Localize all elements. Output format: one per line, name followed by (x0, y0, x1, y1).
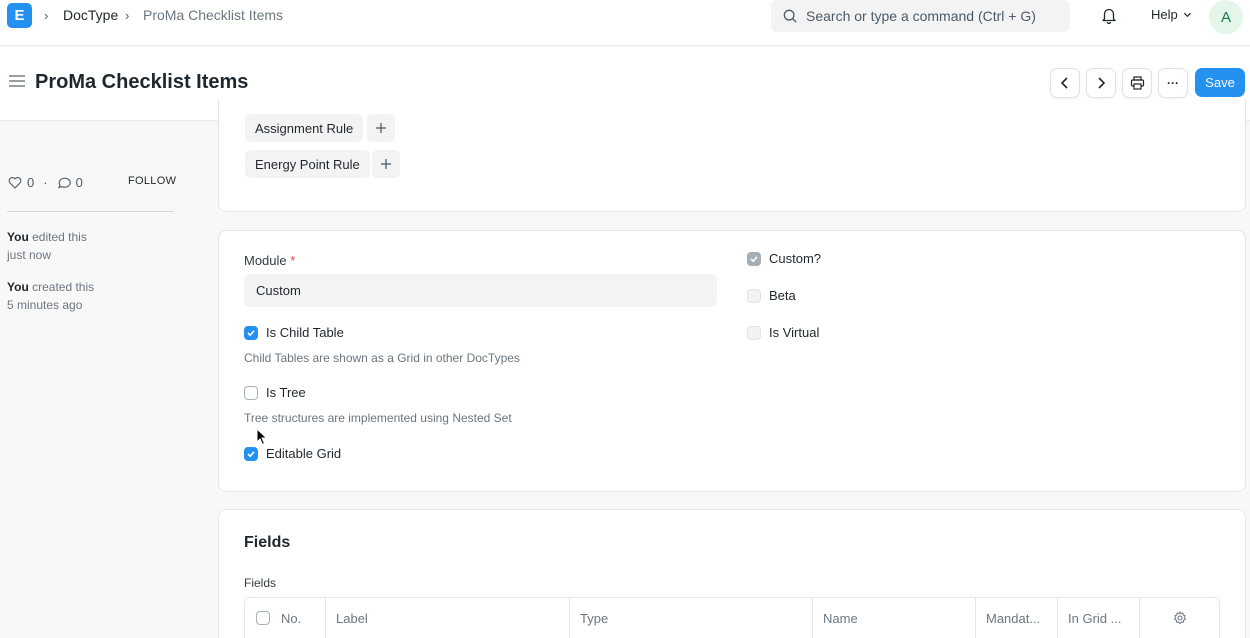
grid-col-label[interactable]: Label (326, 598, 570, 638)
custom-label: Custom? (769, 251, 822, 266)
checkbox-disabled-icon (747, 288, 761, 303)
activity-time: 5 minutes ago (7, 298, 83, 312)
checkbox-unchecked-icon[interactable] (244, 385, 258, 400)
chevron-left-icon (1060, 77, 1068, 89)
chevron-right-icon (1098, 77, 1106, 89)
connection-energy-point-rule[interactable]: Energy Point Rule (245, 150, 370, 178)
beta-label: Beta (769, 288, 796, 303)
save-button[interactable]: Save (1195, 68, 1245, 97)
grid-col-in-grid[interactable]: In Grid ... (1058, 598, 1140, 638)
plus-icon (381, 159, 391, 169)
grid-col-mandatory[interactable]: Mandat... (976, 598, 1058, 638)
help-dropdown[interactable]: Help (1151, 7, 1192, 22)
module-input[interactable]: Custom (244, 274, 717, 307)
module-label: Module * (244, 253, 295, 268)
printer-icon (1130, 76, 1144, 90)
likes-comments: 0 · 0 (8, 175, 83, 190)
activity-time: just now (7, 248, 52, 262)
fields-section-title: Fields (244, 534, 291, 551)
beta-checkbox: Beta (747, 288, 796, 303)
connection-assignment-rule[interactable]: Assignment Rule (245, 114, 364, 142)
help-label: Help (1151, 7, 1178, 22)
fields-card: Fields Fields No. Label Type Name Mandat… (218, 509, 1246, 638)
custom-checkbox: Custom? (747, 251, 821, 266)
activity-item: You created this 5 minutes ago (7, 278, 117, 314)
grid-col-no: No. (245, 598, 326, 638)
is-virtual-label: Is Virtual (769, 325, 820, 340)
search-placeholder: Search or type a command (Ctrl + G) (806, 8, 1036, 24)
next-button[interactable] (1086, 68, 1116, 98)
chevron-down-icon (1183, 12, 1191, 18)
hamburger-icon[interactable] (9, 75, 25, 90)
heart-icon[interactable] (8, 176, 22, 189)
page-title: ProMa Checklist Items (35, 71, 249, 93)
activity-item: You edited this just now (7, 228, 117, 264)
more-actions-button[interactable]: ··· (1158, 68, 1188, 98)
chevron-right-icon: › (125, 8, 130, 23)
search-input[interactable]: Search or type a command (Ctrl + G) (771, 0, 1070, 32)
connections-card: Assignment Rule Energy Point Rule (218, 100, 1246, 212)
gear-icon (1173, 611, 1186, 625)
sidebar: 0 · 0 FOLLOW You edited this just now Yo… (0, 121, 210, 638)
comments-count: 0 (75, 175, 83, 190)
is-child-table-checkbox[interactable]: Is Child Table (244, 325, 344, 340)
comment-icon[interactable] (57, 176, 71, 189)
checkbox-disabled-icon (747, 325, 761, 340)
previous-button[interactable] (1050, 68, 1080, 98)
avatar[interactable]: A (1209, 0, 1243, 34)
chevron-right-icon: › (44, 8, 49, 23)
add-energy-point-rule-button[interactable] (372, 150, 400, 178)
fields-grid-header: No. Label Type Name Mandat... In Grid ..… (244, 597, 1220, 638)
select-all-checkbox[interactable] (256, 611, 270, 625)
breadcrumb-doctype[interactable]: DocType (63, 7, 118, 23)
navbar: E › DocType › ProMa Checklist Items Sear… (0, 0, 1250, 46)
activity-action: edited this (28, 230, 87, 244)
breadcrumb-current[interactable]: ProMa Checklist Items (143, 7, 283, 23)
grid-col-type[interactable]: Type (570, 598, 813, 638)
fields-grid-label: Fields (244, 576, 277, 590)
is-tree-checkbox[interactable]: Is Tree (244, 385, 306, 400)
is-child-table-label: Is Child Table (266, 325, 344, 340)
required-marker: * (290, 253, 296, 268)
activity-action: created this (28, 280, 95, 294)
is-virtual-checkbox: Is Virtual (747, 325, 819, 340)
module-label-text: Module (244, 253, 287, 268)
likes-count: 0 (27, 175, 35, 190)
bell-icon[interactable] (1100, 6, 1118, 27)
checkbox-checked-disabled-icon (747, 251, 761, 266)
checkbox-checked-icon[interactable] (244, 325, 258, 340)
separator-dot: · (43, 175, 48, 190)
is-tree-label: Is Tree (266, 385, 306, 400)
settings-card: Module * Custom Is Child Table Child Tab… (218, 230, 1246, 492)
follow-button[interactable]: FOLLOW (128, 175, 176, 187)
plus-icon (376, 123, 386, 133)
col-no-label: No. (281, 610, 302, 626)
app-logo[interactable]: E (7, 3, 32, 28)
activity-actor: You (7, 230, 29, 244)
grid-settings-button[interactable] (1140, 598, 1219, 638)
activity-actor: You (7, 280, 29, 294)
is-tree-description: Tree structures are implemented using Ne… (244, 411, 512, 425)
editable-grid-label: Editable Grid (266, 446, 342, 461)
add-assignment-rule-button[interactable] (367, 114, 395, 142)
is-child-table-description: Child Tables are shown as a Grid in othe… (244, 351, 520, 365)
mouse-cursor-icon (256, 427, 268, 449)
divider (7, 211, 174, 212)
grid-col-name[interactable]: Name (813, 598, 976, 638)
search-icon (783, 9, 797, 23)
print-button[interactable] (1122, 68, 1152, 98)
